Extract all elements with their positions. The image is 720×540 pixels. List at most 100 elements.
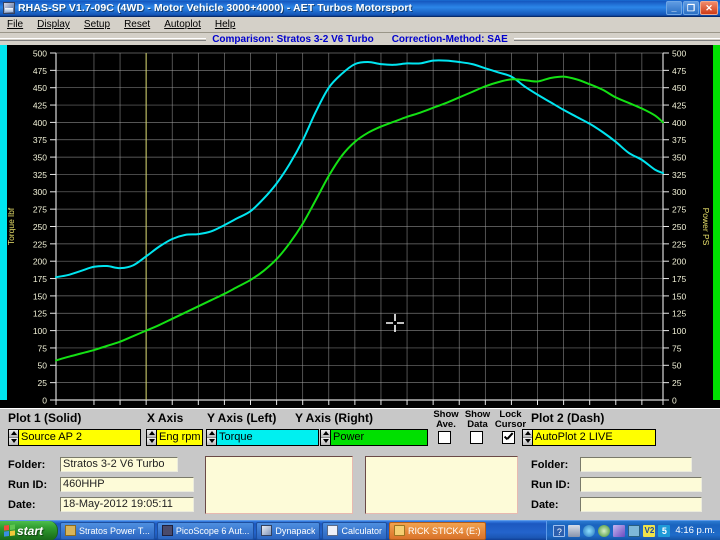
help-icon[interactable]: ? — [553, 525, 565, 537]
taskbar-item-stratos[interactable]: Stratos Power T... — [60, 522, 155, 540]
plot2-source-combo[interactable]: AutoPlot 2 LIVE — [522, 429, 656, 446]
x-axis-spinner-up[interactable] — [147, 430, 156, 438]
comparison-label: Comparison: Stratos 3-2 V6 Turbo — [212, 34, 374, 45]
plot1-runid-field[interactable]: 460HHP — [60, 477, 194, 492]
y-axis-left-combo[interactable]: Torque — [206, 429, 319, 446]
svg-text:350: 350 — [33, 153, 47, 163]
shield-icon[interactable] — [583, 525, 595, 537]
svg-text:200: 200 — [672, 257, 686, 267]
plot1-source-value[interactable]: Source AP 2 — [19, 429, 141, 446]
show-average-label-2: Ave. — [431, 420, 461, 430]
y-axis-left-spinner[interactable] — [206, 429, 217, 446]
plot1-folder-field[interactable]: Stratos 3-2 V6 Turbo — [60, 457, 178, 472]
plot1-runid-label: Run ID: — [8, 479, 47, 491]
svg-text:250: 250 — [33, 222, 47, 232]
taskbar-item-picoscope[interactable]: PicoScope 6 Aut... — [157, 522, 255, 540]
network-icon[interactable] — [568, 525, 580, 537]
plot1-source-combo[interactable]: Source AP 2 — [8, 429, 141, 446]
y-axis-left-spinner-up[interactable] — [207, 430, 216, 438]
y-axis-right-spinner-up[interactable] — [321, 430, 330, 438]
x-axis-spinner[interactable] — [146, 429, 157, 446]
svg-text:75: 75 — [672, 343, 682, 353]
plot1-group-label: Plot 1 (Solid) — [8, 411, 81, 425]
y-axis-right-spinner[interactable] — [320, 429, 331, 446]
menu-item-display-label: Display — [37, 19, 70, 30]
svg-text:450: 450 — [672, 83, 686, 93]
app-document-icon — [3, 2, 15, 14]
plot1-source-spinner-up[interactable] — [9, 430, 18, 438]
y-axis-left-value[interactable]: Torque — [217, 429, 319, 446]
taskbar-item-rick-stick4-label: RICK STICK4 (E:) — [408, 526, 481, 536]
plot2-group-label: Plot 2 (Dash) — [531, 411, 604, 425]
media-icon[interactable] — [598, 525, 610, 537]
x-axis-spinner-down[interactable] — [147, 438, 156, 446]
notes-box-left[interactable] — [205, 456, 353, 514]
svg-text:200: 200 — [33, 257, 47, 267]
norton-icon[interactable]: V2 — [643, 525, 655, 537]
sync-icon[interactable]: 5 — [658, 525, 670, 537]
show-data-checkbox[interactable] — [470, 431, 483, 444]
header-bevel-right — [514, 38, 720, 41]
svg-text:225: 225 — [672, 239, 686, 249]
title-bar: RHAS-SP V1.7-09C (4WD - Motor Vehicle 30… — [0, 0, 720, 17]
menu-item-setup[interactable]: Setup — [77, 17, 117, 32]
x-axis-combo[interactable]: Eng rpm — [146, 429, 203, 446]
y-axis-right-combo[interactable]: Power — [320, 429, 428, 446]
display-icon[interactable] — [628, 525, 640, 537]
taskbar-clock[interactable]: 4:16 p.m. — [675, 525, 715, 536]
close-button[interactable]: ✕ — [700, 1, 718, 15]
plot2-date-label: Date: — [531, 499, 559, 511]
y-axis-right-value[interactable]: Power — [331, 429, 428, 446]
show-data-label-2: Data — [461, 420, 494, 430]
plot2-source-spinner-up[interactable] — [523, 430, 532, 438]
svg-text:0: 0 — [42, 395, 47, 405]
svg-text:400: 400 — [33, 118, 47, 128]
plot2-runid-field[interactable] — [580, 477, 702, 492]
menu-item-autoplot-label: Autoplot — [164, 19, 201, 30]
usb-icon[interactable] — [613, 525, 625, 537]
restore-button[interactable]: ❐ — [683, 1, 699, 15]
menu-item-display[interactable]: Display — [30, 17, 77, 32]
svg-text:150: 150 — [33, 291, 47, 301]
plot2-source-spinner-down[interactable] — [523, 438, 532, 446]
x-axis-value[interactable]: Eng rpm — [157, 429, 203, 446]
taskbar-item-dynapack[interactable]: Dynapack — [256, 522, 320, 540]
plot1-date-field[interactable]: 18-May-2012 19:05:11 — [60, 497, 194, 512]
menu-item-reset[interactable]: Reset — [117, 17, 157, 32]
svg-text:450: 450 — [33, 83, 47, 93]
control-panel: Plot 1 (Solid) X Axis Y Axis (Left) Y Ax… — [0, 408, 720, 520]
folder-icon — [394, 525, 405, 536]
menu-item-setup-label: Setup — [84, 19, 110, 30]
taskbar: start Stratos Power T... PicoScope 6 Aut… — [0, 520, 720, 540]
menu-item-help[interactable]: Help — [208, 17, 243, 32]
menu-item-file[interactable]: File — [0, 17, 30, 32]
y-axis-right-spinner-down[interactable] — [321, 438, 330, 446]
menu-item-reset-label: Reset — [124, 19, 150, 30]
plot2-date-field[interactable] — [580, 497, 702, 512]
chart-plot-svg[interactable]: 0255075100125150175200225250275300325350… — [0, 45, 720, 408]
graph-header-strip: Comparison: Stratos 3-2 V6 Turbo Correct… — [0, 33, 720, 45]
taskbar-item-calculator[interactable]: Calculator — [322, 522, 387, 540]
plot1-folder-label: Folder: — [8, 459, 45, 471]
show-average-checkbox[interactable] — [438, 431, 451, 444]
calculator-icon — [327, 525, 338, 536]
menu-item-autoplot[interactable]: Autoplot — [157, 17, 208, 32]
dyno-chart[interactable]: 0255075100125150175200225250275300325350… — [0, 45, 720, 408]
plot1-source-spinner[interactable] — [8, 429, 19, 446]
notes-box-right[interactable] — [365, 456, 518, 514]
check-mark-icon — [503, 432, 514, 443]
plot2-source-spinner[interactable] — [522, 429, 533, 446]
windows-flag-icon — [4, 524, 15, 536]
taskbar-item-rick-stick4[interactable]: RICK STICK4 (E:) — [389, 522, 486, 540]
svg-text:375: 375 — [33, 135, 47, 145]
taskbar-item-calculator-label: Calculator — [341, 526, 382, 536]
y-axis-left-spinner-down[interactable] — [207, 438, 216, 446]
plot1-source-spinner-down[interactable] — [9, 438, 18, 446]
plot2-folder-field[interactable] — [580, 457, 692, 472]
start-button[interactable]: start — [0, 521, 58, 540]
minimize-button[interactable]: _ — [666, 1, 682, 15]
application-window: RHAS-SP V1.7-09C (4WD - Motor Vehicle 30… — [0, 0, 720, 540]
plot2-source-value[interactable]: AutoPlot 2 LIVE — [533, 429, 656, 446]
svg-text:375: 375 — [672, 135, 686, 145]
lock-cursor-checkbox[interactable] — [502, 431, 515, 444]
